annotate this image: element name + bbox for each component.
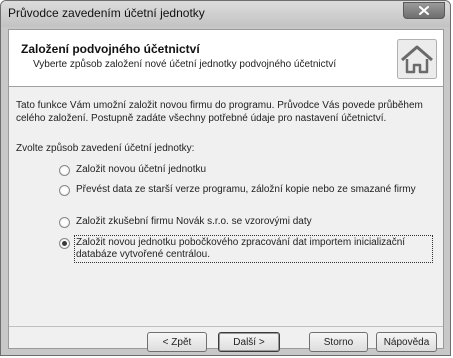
choose-method-label: Zvolte způsob zavedení účetní jednotky: <box>16 143 195 154</box>
wizard-content: Založení podvojného účetnictví Vyberte z… <box>8 29 444 352</box>
radio-button-selected[interactable] <box>59 238 70 249</box>
radio-button[interactable] <box>59 185 70 196</box>
option-label: Založit zkušební firmu Novák s.r.o. se v… <box>76 216 312 227</box>
window-title: Průvodce zavedením účetní jednotky <box>8 6 205 20</box>
option-branch-import[interactable]: Založit novou jednotku pobočkového zprac… <box>59 235 433 263</box>
help-button[interactable]: Nápověda <box>376 332 437 352</box>
title-bar[interactable]: Průvodce zavedením účetní jednotky <box>1 1 450 27</box>
intro-text: Tato funkce Vám umožní založit novou fir… <box>16 100 423 124</box>
option-new-unit[interactable]: Založit novou účetní jednotku <box>59 164 206 176</box>
header-subtitle: Vyberte způsob založení nové účetní jedn… <box>33 59 337 70</box>
next-button[interactable]: Další > <box>218 332 280 352</box>
home-icon <box>397 39 437 79</box>
close-icon <box>419 6 429 15</box>
header-title: Založení podvojného účetnictví <box>21 42 200 56</box>
back-button[interactable]: < Zpět <box>147 332 207 352</box>
radio-button[interactable] <box>59 217 70 228</box>
cancel-button[interactable]: Storno <box>309 332 368 352</box>
footer-divider <box>9 326 443 327</box>
option-label: Založit novou jednotku pobočkového zprac… <box>74 235 433 263</box>
option-sample-company[interactable]: Založit zkušební firmu Novák s.r.o. se v… <box>59 216 312 228</box>
option-label: Převést data ze starší verze programu, z… <box>76 184 416 195</box>
wizard-header: Založení podvojného účetnictví Vyberte z… <box>9 30 443 87</box>
close-button[interactable] <box>403 2 445 19</box>
radio-button[interactable] <box>59 165 70 176</box>
option-label: Založit novou účetní jednotku <box>76 164 207 175</box>
wizard-window: Průvodce zavedením účetní jednotky Založ… <box>0 0 451 356</box>
option-convert-data[interactable]: Převést data ze starší verze programu, z… <box>59 184 416 196</box>
